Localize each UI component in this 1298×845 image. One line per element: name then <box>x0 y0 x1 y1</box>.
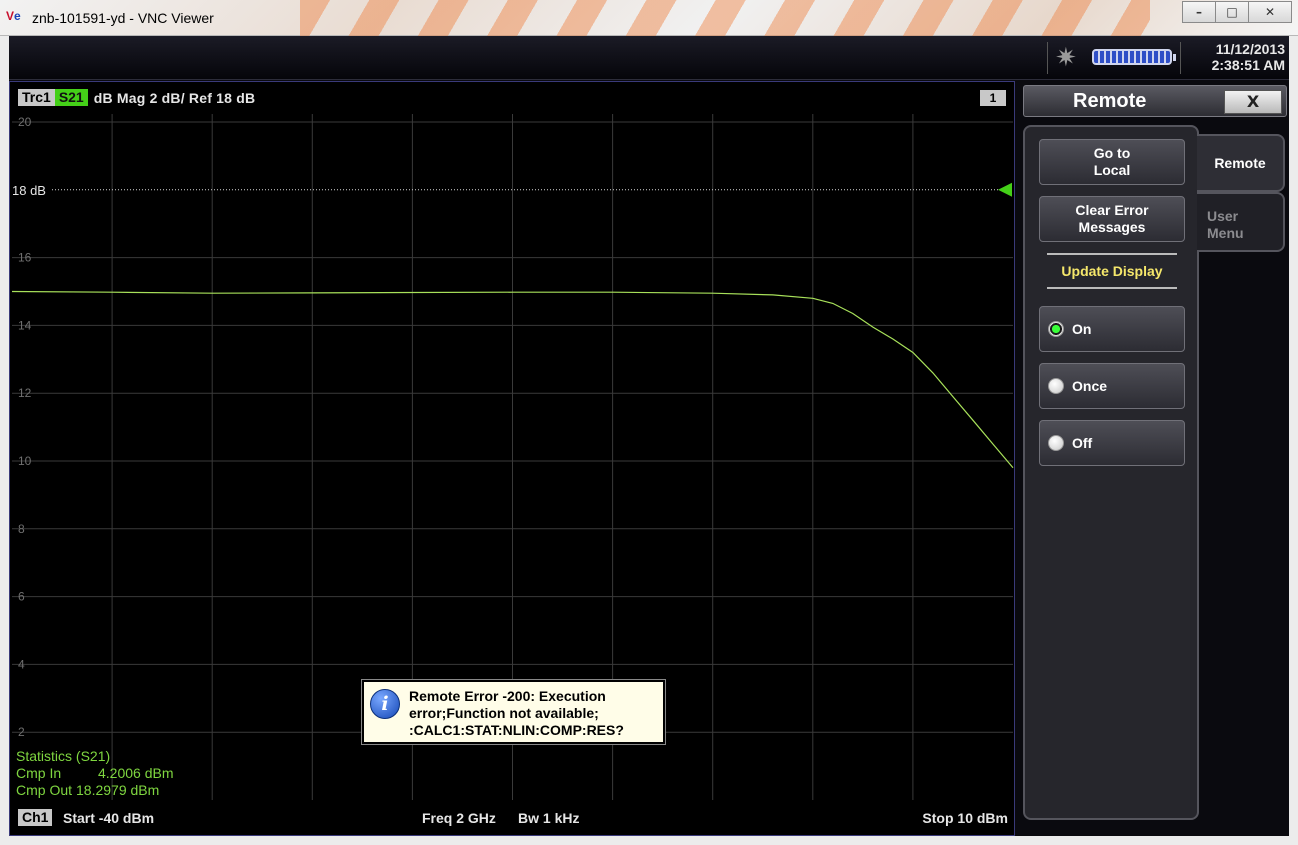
channel-footer: Ch1 Start -40 dBm Freq 2 GHz Bw 1 kHz St… <box>18 809 1008 827</box>
trace-format-info: dB Mag 2 dB/ Ref 18 dB <box>93 89 256 106</box>
update-once-button[interactable]: Once <box>1039 363 1185 409</box>
trace-param-tag[interactable]: S21 <box>54 89 88 106</box>
status-divider <box>1180 42 1181 74</box>
panel-title: Remote <box>1073 90 1147 112</box>
tab-user-menu-label-1: User <box>1207 208 1239 224</box>
title-bar-decoration <box>300 0 1150 36</box>
error-line-3: :CALC1:STAT:NLIN:COMP:RES? <box>409 722 624 738</box>
stats-cmp-in-label: Cmp In <box>16 765 62 781</box>
close-window-button[interactable]: ✕ <box>1248 1 1292 23</box>
close-panel-button[interactable]: X <box>1224 90 1282 114</box>
go-to-local-button[interactable]: Go to Local <box>1039 139 1185 185</box>
stats-cmp-in: Cmp In 4.2006 dBm <box>16 765 174 782</box>
stats-cmp-in-value: 4.2006 dBm <box>98 765 174 781</box>
y-tick-label: 4 <box>18 657 25 671</box>
star-burst-icon[interactable]: ✷ <box>1055 43 1085 73</box>
tab-user-menu-label-2: Menu <box>1207 225 1244 241</box>
remote-error-message[interactable]: i Remote Error -200: Execution error;Fun… <box>361 679 666 745</box>
radio-unselected-icon <box>1048 435 1064 451</box>
statistics-info: Statistics (S21) Cmp In 4.2006 dBm Cmp Ou… <box>16 748 174 799</box>
window-frame-left <box>0 36 9 845</box>
panel-title-bar: Remote X <box>1023 85 1287 117</box>
start-value[interactable]: Start -40 dBm <box>63 810 154 826</box>
window-frame-right <box>1289 36 1298 845</box>
stats-title: Statistics (S21) <box>16 748 111 764</box>
softkey-box: Go to Local Clear Error Messages Update Di… <box>1023 125 1199 820</box>
reference-marker-icon <box>998 182 1012 197</box>
date: 11/12/2013 <box>1215 41 1285 57</box>
y-tick-label: 6 <box>18 590 25 604</box>
maximize-button[interactable]: □ <box>1215 1 1249 23</box>
error-line-1: Remote Error -200: Execution <box>409 688 606 704</box>
minimize-button[interactable]: – <box>1182 1 1216 23</box>
info-icon: i <box>370 689 400 719</box>
trace-name-tag[interactable]: Trc1 <box>18 89 55 106</box>
window-title-bar[interactable]: Ve znb-101591-yd - VNC Viewer – □ ✕ <box>0 0 1298 36</box>
y-tick-label: 8 <box>18 522 25 536</box>
y-tick-label: 20 <box>18 115 32 129</box>
stats-cmp-out-value: 18.2979 dBm <box>76 782 160 798</box>
window-number[interactable]: 1 <box>980 90 1006 106</box>
status-divider <box>1047 42 1048 74</box>
update-off-button[interactable]: Off <box>1039 420 1185 466</box>
vnc-app-icon: Ve <box>6 9 21 23</box>
stats-cmp-out-label: Cmp Out <box>16 782 73 798</box>
y-tick-label: 16 <box>18 251 32 265</box>
window-frame-bottom <box>0 836 1298 845</box>
channel-tag[interactable]: Ch1 <box>18 809 53 826</box>
window-controls: – □ ✕ <box>1182 1 1292 23</box>
diagram-area[interactable]: 20 16 14 12 10 8 6 4 2 18 dB Trc1 S21 dB Mag 2 dB… <box>9 81 1015 836</box>
stats-cmp-out: Cmp Out 18.2979 dBm <box>16 782 174 799</box>
clear-error-label-2: Messages <box>1078 219 1146 235</box>
freq-value[interactable]: Freq 2 GHz <box>422 810 496 826</box>
clear-error-label-1: Clear Error <box>1075 202 1149 218</box>
status-bar: ✷ 11/12/2013 2:38:51 AM <box>9 36 1289 80</box>
radio-selected-icon <box>1048 321 1064 337</box>
y-tick-label: 12 <box>18 386 32 400</box>
error-line-2: error;Function not available; <box>409 705 599 721</box>
y-tick-label: 10 <box>18 454 32 468</box>
update-once-label: Once <box>1072 377 1108 394</box>
y-tick-label: 14 <box>18 318 32 332</box>
go-to-local-label-2: Local <box>1093 162 1131 178</box>
battery-icon <box>1092 49 1176 65</box>
tab-user-menu[interactable]: User Menu <box>1197 192 1285 252</box>
clear-error-messages-button[interactable]: Clear Error Messages <box>1039 196 1185 242</box>
go-to-local-label-1: Go to <box>1093 145 1131 161</box>
y-tick-label: 2 <box>18 725 25 739</box>
update-on-label: On <box>1072 320 1092 337</box>
bandwidth-value[interactable]: Bw 1 kHz <box>518 810 579 826</box>
stop-value[interactable]: Stop 10 dBm <box>922 810 1008 826</box>
reference-label: 18 dB <box>12 183 46 198</box>
update-on-button[interactable]: On <box>1039 306 1185 352</box>
window-title: znb-101591-yd - VNC Viewer <box>32 10 214 26</box>
softkey-panel: Remote X Go to Local Clear Error Messages … <box>1021 81 1287 821</box>
update-display-heading: Update Display <box>1047 253 1177 289</box>
vna-application: ✷ 11/12/2013 2:38:51 AM 20 16 14 12 10 8 6 4 2 18… <box>9 36 1289 836</box>
time: 2:38:51 AM <box>1211 57 1285 73</box>
trace-header[interactable]: Trc1 S21 dB Mag 2 dB/ Ref 18 dB <box>18 89 255 106</box>
update-off-label: Off <box>1072 434 1093 451</box>
tab-remote[interactable]: Remote <box>1197 134 1285 192</box>
radio-unselected-icon <box>1048 378 1064 394</box>
date-time: 11/12/2013 2:38:51 AM <box>1212 41 1285 73</box>
